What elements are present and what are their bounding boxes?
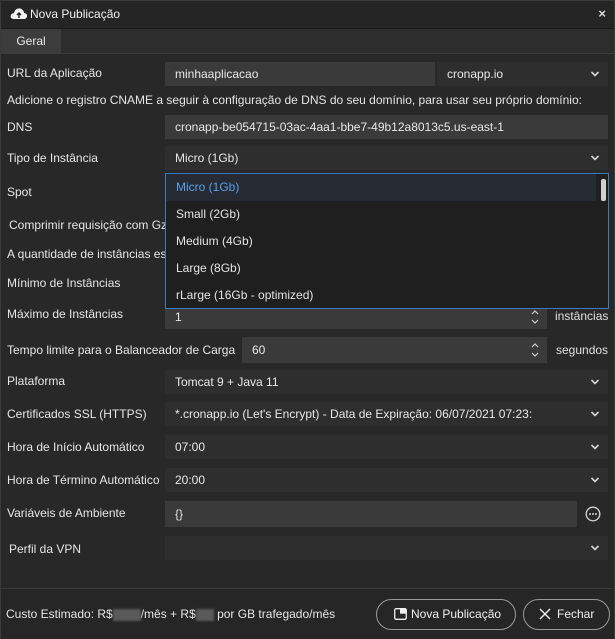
- close-label: Fechar: [557, 607, 595, 621]
- platform-label: Plataforma: [7, 374, 66, 388]
- close-icon[interactable]: ×: [598, 6, 606, 21]
- cname-note: Adicione o registro CNAME a seguir à con…: [7, 93, 582, 107]
- publish-dialog: Nova Publicação × Geral URL da Aplicação…: [0, 0, 615, 639]
- spinner-arrows-icon[interactable]: [531, 341, 539, 359]
- close-button[interactable]: Fechar: [523, 599, 610, 630]
- instance-type-select[interactable]: Micro (1Gb): [165, 146, 608, 170]
- spot-label: Spot: [7, 185, 32, 199]
- new-publication-button[interactable]: Nova Publicação: [376, 599, 516, 630]
- new-publication-label: Nova Publicação: [411, 607, 502, 621]
- start-time-label: Hora de Início Automático: [7, 440, 145, 454]
- platform-value: Tomcat 9 + Java 11: [175, 375, 279, 389]
- title-bar: Nova Publicação ×: [1, 1, 614, 29]
- tab-geral[interactable]: Geral: [1, 29, 61, 54]
- chevron-down-icon: [591, 411, 599, 417]
- timeout-label: Tempo limite para o Balanceador de Carga: [7, 343, 236, 357]
- vpn-select[interactable]: [165, 536, 608, 560]
- domain-select[interactable]: cronapp.io: [437, 62, 608, 86]
- chevron-down-icon: [591, 545, 599, 551]
- dropdown-option[interactable]: Small (2Gb): [166, 201, 596, 228]
- compress-label: Comprimir requisição com Gz: [9, 218, 168, 232]
- domain-value: cronapp.io: [447, 67, 504, 81]
- spinner-arrows-icon[interactable]: [531, 308, 539, 326]
- max-instances-value: 1: [175, 310, 182, 324]
- ssl-select[interactable]: *.cronapp.io (Let's Encrypt) - Data de E…: [165, 402, 608, 426]
- env-vars-label: Variáveis de Ambiente: [7, 506, 126, 520]
- instance-type-dropdown: Micro (1Gb) Small (2Gb) Medium (4Gb) Lar…: [165, 173, 609, 309]
- dns-label: DNS: [7, 120, 33, 134]
- cost-prefix: Custo Estimado: R$: [6, 607, 113, 621]
- start-time-value: 07:00: [175, 440, 206, 454]
- ssl-label: Certificados SSL (HTTPS): [7, 407, 147, 421]
- chevron-down-icon: [591, 444, 599, 450]
- cost-mid: /mês + R$: [140, 607, 196, 621]
- publish-icon: [394, 608, 407, 620]
- chevron-down-icon: [591, 379, 599, 385]
- instance-type-value: Micro (1Gb): [175, 151, 239, 165]
- url-label: URL da Aplicação: [7, 66, 102, 80]
- max-instances-label: Máximo de Instâncias: [7, 307, 124, 321]
- vpn-label: Perfil da VPN: [9, 542, 82, 556]
- end-time-label: Hora de Término Automático: [7, 473, 160, 487]
- dropdown-scrollbar[interactable]: [601, 179, 606, 201]
- cost-suffix: por GB trafegado/mês: [213, 607, 336, 621]
- url-input[interactable]: minhaaplicacao: [165, 62, 435, 86]
- ssl-value: *.cronapp.io (Let's Encrypt) - Data de E…: [175, 407, 533, 421]
- end-time-value: 20:00: [175, 473, 206, 487]
- timeout-unit: segundos: [556, 343, 609, 357]
- window-title: Nova Publicação: [30, 7, 121, 21]
- footer: Custo Estimado: R$ /mês + R$ por GB trafe…: [1, 588, 614, 639]
- min-instances-label: Mínimo de Instâncias: [7, 276, 121, 290]
- start-time-select[interactable]: 07:00: [165, 435, 608, 459]
- max-instances-unit: instâncias: [555, 309, 609, 323]
- dropdown-option[interactable]: rLarge (16Gb - optimized): [166, 282, 596, 309]
- dropdown-option[interactable]: Medium (4Gb): [166, 228, 596, 255]
- platform-select[interactable]: Tomcat 9 + Java 11: [165, 370, 608, 394]
- dns-field[interactable]: cronapp-be054715-03ac-4aa1-bbe7-49b12a80…: [165, 115, 608, 139]
- timeout-input[interactable]: 60: [242, 337, 547, 363]
- chevron-down-icon: [591, 71, 599, 77]
- dropdown-option[interactable]: Micro (1Gb): [166, 174, 596, 201]
- env-vars-field[interactable]: {}: [165, 501, 577, 527]
- dropdown-option[interactable]: Large (8Gb): [166, 255, 596, 282]
- estimated-cost: Custo Estimado: R$ /mês + R$ por GB trafe…: [6, 607, 335, 621]
- more-options-icon[interactable]: [585, 506, 601, 522]
- close-circle-icon: [539, 608, 551, 620]
- timeout-value: 60: [252, 343, 266, 357]
- tab-bar: Geral: [1, 29, 614, 54]
- instance-type-label: Tipo de Instância: [7, 151, 98, 165]
- redacted-value: [112, 608, 141, 621]
- instances-note: A quantidade de instâncias es: [7, 247, 167, 261]
- end-time-select[interactable]: 20:00: [165, 468, 608, 492]
- chevron-down-icon: [591, 155, 599, 161]
- chevron-down-icon: [591, 477, 599, 483]
- cloud-upload-icon: [10, 8, 28, 19]
- redacted-value: [195, 608, 214, 621]
